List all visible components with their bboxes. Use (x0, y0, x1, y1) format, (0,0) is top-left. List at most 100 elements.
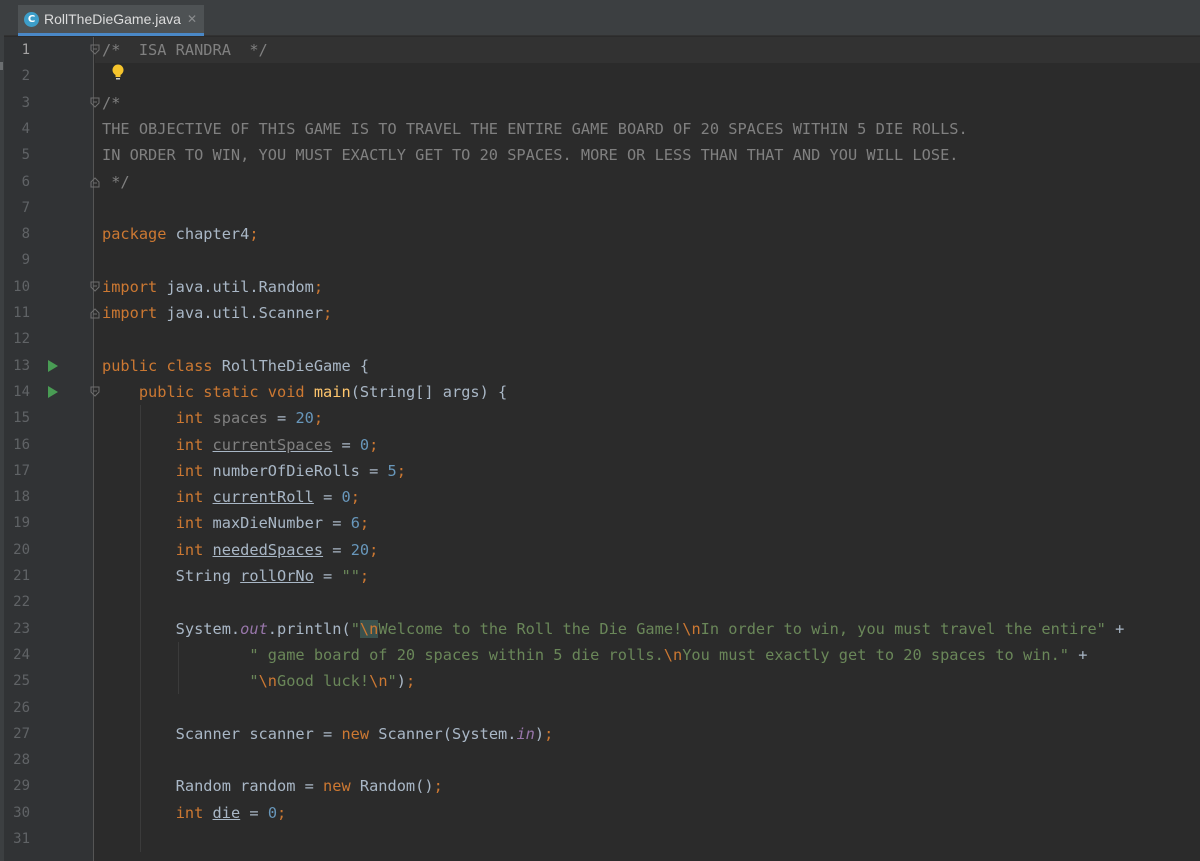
fold-open-icon[interactable] (90, 97, 100, 109)
code-line[interactable]: int maxDieNumber = 6; (95, 510, 1200, 536)
fold-open-icon[interactable] (90, 44, 100, 56)
line-number: 15 (13, 410, 30, 427)
code-line[interactable]: "\nGood luck!\n"); (95, 668, 1200, 694)
code-line-text: Random random = new Random(); (102, 777, 443, 796)
line-number: 27 (13, 725, 30, 742)
code-line[interactable]: public class RollTheDieGame { (95, 353, 1200, 379)
code-line[interactable]: int neededSpaces = 20; (95, 537, 1200, 563)
line-number: 4 (21, 120, 30, 137)
code-line[interactable]: */ (95, 169, 1200, 195)
line-number: 24 (13, 646, 30, 663)
fold-close-icon[interactable] (90, 176, 100, 188)
code-line[interactable]: Scanner scanner = new Scanner(System.in)… (95, 721, 1200, 747)
code-line-text: String rollOrNo = ""; (102, 567, 370, 585)
code-line[interactable]: /* (95, 90, 1200, 116)
line-number: 11 (13, 305, 30, 321)
line-number: 18 (13, 489, 30, 506)
code-line[interactable]: String rollOrNo = ""; (95, 563, 1200, 589)
code-line-text: Scanner scanner = new Scanner(System.in)… (102, 724, 554, 743)
code-line-text: public static void main(String[] args) { (138, 382, 508, 401)
line-number: 5 (21, 147, 30, 164)
code-line[interactable]: IN ORDER TO WIN, YOU MUST EXACTLY GET TO… (95, 142, 1200, 168)
fold-open-icon[interactable] (90, 386, 100, 398)
line-number: 2 (21, 68, 30, 85)
line-number: 22 (13, 594, 30, 611)
line-number: 30 (13, 804, 30, 821)
code-line-text: */ (102, 172, 130, 191)
close-icon[interactable]: ✕ (187, 12, 197, 26)
code-line[interactable] (95, 63, 1200, 89)
line-number: 20 (13, 541, 30, 558)
code-line[interactable]: import java.util.Scanner; (95, 300, 1200, 326)
code-line[interactable]: int numberOfDieRolls = 5; (95, 458, 1200, 484)
code-line-text: int spaces = 20; (175, 409, 324, 428)
tab-rollthediegame[interactable]: C RollTheDieGame.java ✕ (18, 5, 204, 36)
lightbulb-icon[interactable] (111, 64, 125, 82)
line-number: 12 (13, 331, 30, 348)
line-number: 21 (13, 568, 30, 584)
code-line-text: " game board of 20 spaces within 5 die r… (249, 645, 1088, 664)
code-line[interactable] (95, 195, 1200, 221)
code-line-text: int numberOfDieRolls = 5; (175, 461, 406, 480)
code-line[interactable] (95, 326, 1200, 352)
code-line[interactable] (95, 247, 1200, 273)
run-icon[interactable] (48, 385, 58, 398)
code-line-text: System.out.println("\nWelcome to the Rol… (102, 619, 1125, 638)
line-number: 16 (13, 436, 30, 453)
editor-tab-bar: C RollTheDieGame.java ✕ (0, 0, 1200, 36)
indent-guide (178, 641, 179, 695)
code-line[interactable]: public static void main(String[] args) { (95, 379, 1200, 405)
code-editor[interactable]: /* ISA RANDRA */ /* THE OBJECTIVE OF THIS … (95, 37, 1200, 861)
code-line[interactable] (95, 747, 1200, 773)
run-icon[interactable] (48, 359, 58, 372)
fold-open-icon[interactable] (90, 281, 100, 293)
code-line-text: int maxDieNumber = 6; (175, 514, 370, 533)
line-number: 17 (13, 462, 30, 479)
code-line-text: /* ISA RANDRA */ (102, 41, 268, 59)
code-line[interactable]: /* ISA RANDRA */ (95, 37, 1200, 63)
code-line-text: package chapter4; (102, 225, 259, 244)
code-line[interactable] (95, 826, 1200, 852)
line-number: 23 (13, 620, 30, 637)
line-number: 6 (21, 173, 30, 190)
code-line[interactable]: Random random = new Random(); (95, 773, 1200, 799)
tab-title: RollTheDieGame.java (44, 11, 181, 27)
code-line[interactable]: int spaces = 20; (95, 405, 1200, 431)
fold-close-icon[interactable] (90, 307, 100, 319)
class-c-icon: C (24, 11, 39, 27)
code-line-text: THE OBJECTIVE OF THIS GAME IS TO TRAVEL … (102, 119, 968, 138)
code-line[interactable]: System.out.println("\nWelcome to the Rol… (95, 616, 1200, 642)
line-number: 25 (13, 673, 30, 690)
code-line[interactable] (95, 589, 1200, 615)
line-number: 10 (13, 278, 30, 295)
line-number: 28 (13, 752, 30, 769)
line-number: 14 (13, 383, 30, 400)
code-line[interactable]: " game board of 20 spaces within 5 die r… (95, 642, 1200, 668)
code-line[interactable]: import java.util.Random; (95, 274, 1200, 300)
line-number: 1 (21, 42, 30, 58)
code-line[interactable]: int currentRoll = 0; (95, 484, 1200, 510)
line-number: 29 (13, 778, 30, 795)
code-line[interactable]: int currentSpaces = 0; (95, 432, 1200, 458)
line-number: 8 (21, 226, 30, 243)
line-number: 3 (21, 94, 30, 111)
code-line-text: public class RollTheDieGame { (102, 356, 370, 375)
code-line-text: IN ORDER TO WIN, YOU MUST EXACTLY GET TO… (102, 146, 959, 165)
code-line-text: "\nGood luck!\n"); (249, 672, 416, 691)
code-line[interactable] (95, 695, 1200, 721)
code-line-text: int currentSpaces = 0; (175, 435, 379, 454)
code-line-text: int neededSpaces = 20; (175, 540, 379, 559)
code-line-text: import java.util.Random; (102, 277, 324, 296)
code-line[interactable]: THE OBJECTIVE OF THIS GAME IS TO TRAVEL … (95, 116, 1200, 142)
indent-guide (140, 405, 141, 853)
code-line-text: int die = 0; (175, 803, 287, 822)
line-number: 31 (13, 831, 30, 847)
line-number: 19 (13, 515, 30, 532)
line-number: 26 (13, 699, 30, 716)
line-number: 13 (13, 357, 30, 374)
code-line[interactable]: int die = 0; (95, 800, 1200, 826)
code-line-text: /* (102, 93, 121, 112)
code-line[interactable]: package chapter4; (95, 221, 1200, 247)
line-number: 7 (21, 199, 30, 216)
code-line-text: import java.util.Scanner; (102, 304, 333, 322)
